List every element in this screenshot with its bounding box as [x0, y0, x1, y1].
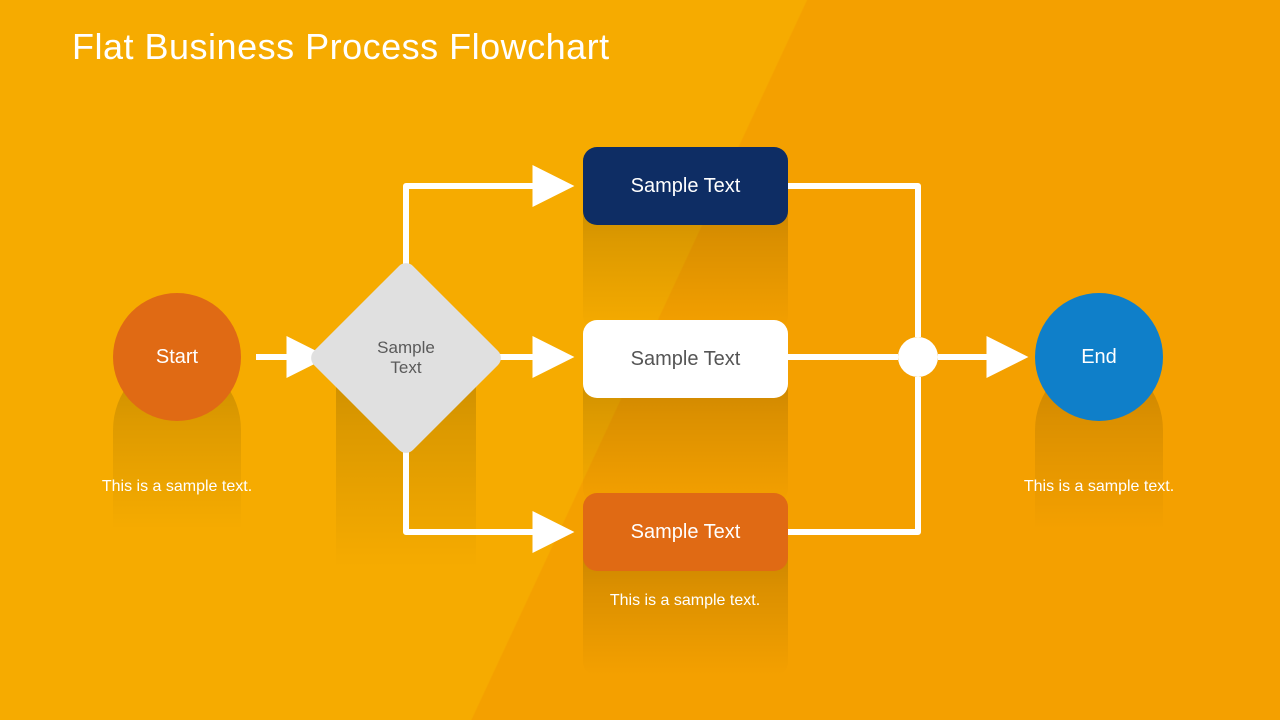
- process-bottom-label: Sample Text: [631, 521, 741, 544]
- junction-node: [898, 337, 938, 377]
- process-mid-label: Sample Text: [631, 348, 741, 371]
- bottom-caption: This is a sample text.: [605, 590, 765, 612]
- process-bottom-node: Sample Text: [583, 493, 788, 571]
- decision-node: Sample Text: [336, 288, 476, 428]
- start-label: Start: [156, 346, 198, 369]
- end-caption: This is a sample text.: [1019, 476, 1179, 498]
- slide-title: Flat Business Process Flowchart: [72, 26, 610, 68]
- end-label: End: [1081, 346, 1117, 369]
- process-top-node: Sample Text: [583, 147, 788, 225]
- decision-label: Sample Text: [377, 338, 435, 379]
- process-mid-node: Sample Text: [583, 320, 788, 398]
- start-node: Start: [113, 293, 241, 421]
- end-node: End: [1035, 293, 1163, 421]
- process-top-label: Sample Text: [631, 175, 741, 198]
- start-caption: This is a sample text.: [97, 476, 257, 498]
